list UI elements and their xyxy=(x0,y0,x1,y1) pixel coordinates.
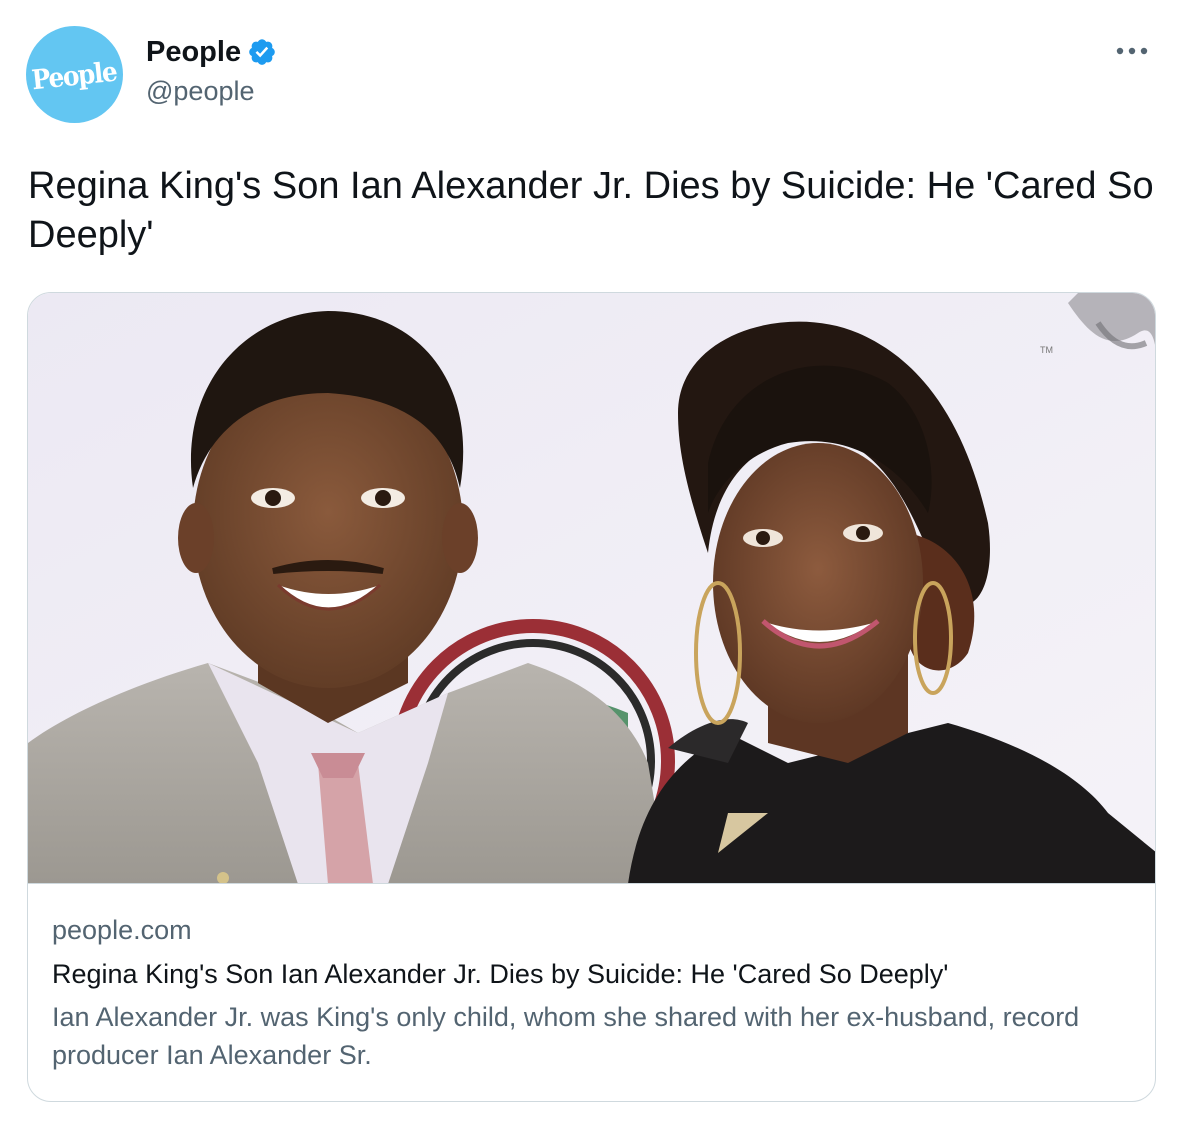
author-info: People @people xyxy=(146,32,277,107)
verified-badge-icon xyxy=(247,37,277,67)
card-title: Regina King's Son Ian Alexander Jr. Dies… xyxy=(52,959,949,989)
link-preview-card[interactable]: TM people.com Regina King's Son Ian Alex… xyxy=(27,292,1156,1102)
card-image[interactable]: TM xyxy=(28,293,1155,884)
card-description: Ian Alexander Jr. was King's only child,… xyxy=(52,1002,1080,1070)
image-watermark: TM xyxy=(1040,345,1053,355)
more-horizontal-icon xyxy=(1116,47,1148,55)
handle[interactable]: @people xyxy=(146,76,277,107)
more-options-button[interactable] xyxy=(1112,36,1152,66)
tweet-text: Regina King's Son Ian Alexander Jr. Dies… xyxy=(28,165,1154,256)
card-domain: people.com xyxy=(52,915,192,945)
card-info: people.com Regina King's Son Ian Alexand… xyxy=(52,912,1132,1074)
tweet: People People @people Regina King's Son … xyxy=(0,0,1178,1126)
avatar-logo: People xyxy=(30,56,119,97)
name-row: People xyxy=(146,32,277,72)
avatar[interactable]: People xyxy=(26,26,123,123)
display-name[interactable]: People xyxy=(146,36,241,69)
